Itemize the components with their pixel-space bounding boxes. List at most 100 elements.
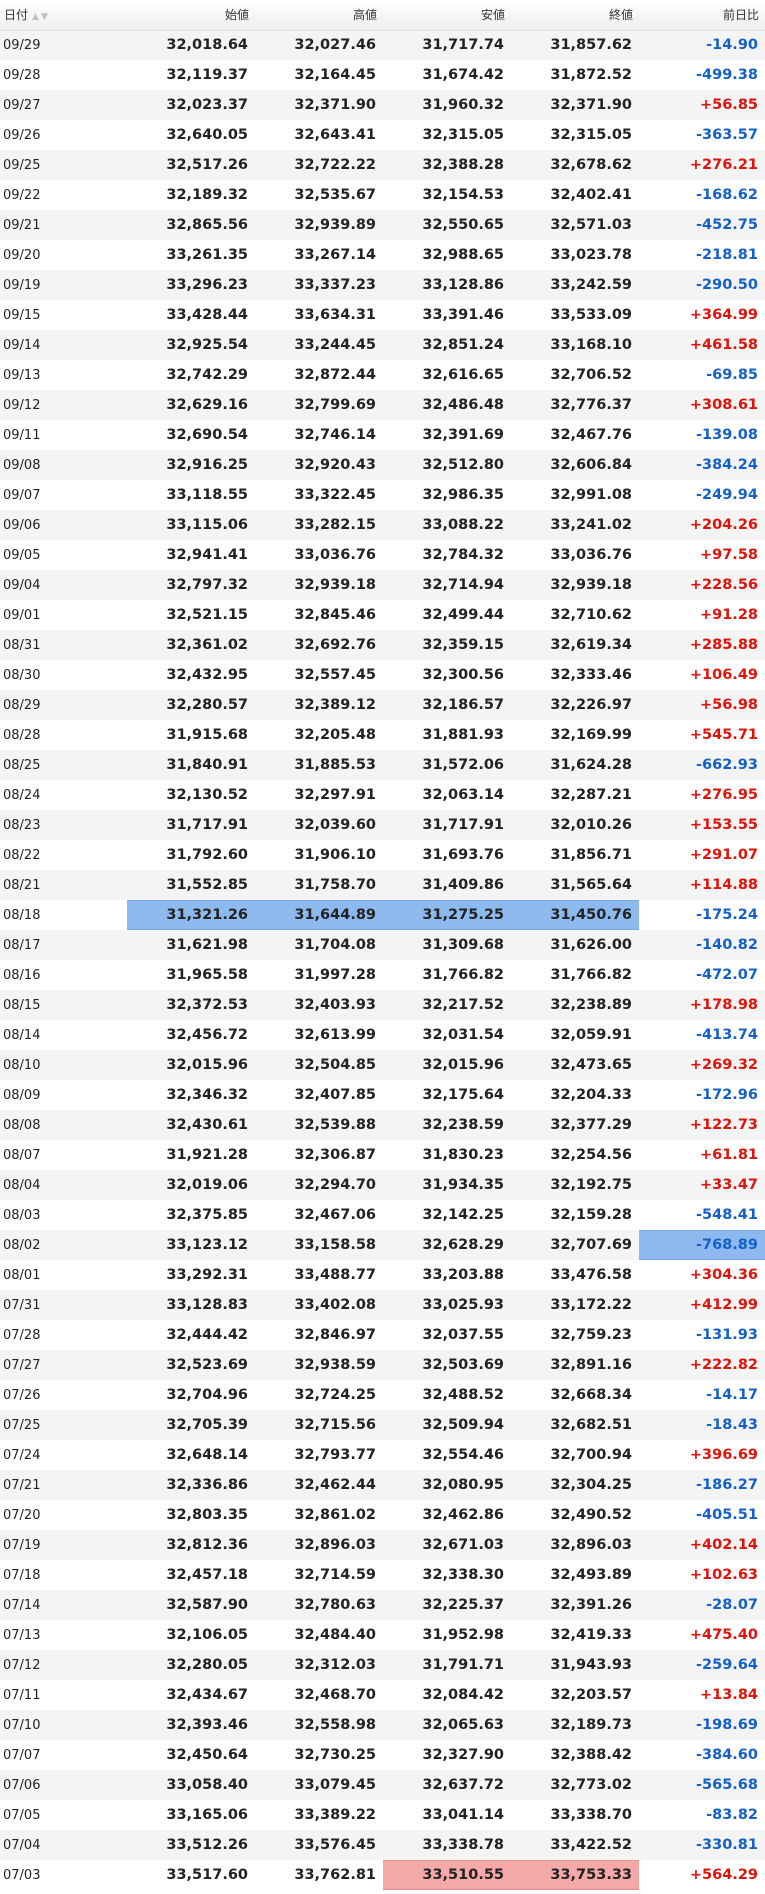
cell-low: 31,309.68 [422, 937, 504, 953]
cell-high: 31,644.89 [255, 900, 383, 930]
cell-change: -548.41 [696, 1207, 758, 1223]
sort-arrows[interactable]: ▲▼ [32, 12, 50, 22]
cell-close: 32,169.99 [550, 727, 632, 743]
cell-date: 09/19 [3, 277, 41, 293]
cell-low: 31,693.76 [422, 847, 504, 863]
cell-high: 32,872.44 [294, 367, 376, 383]
cell-close: 32,287.21 [550, 787, 632, 803]
header-date[interactable]: 日付 ▲▼ [0, 0, 127, 31]
cell-change: +412.99 [689, 1297, 758, 1313]
cell-change: -28.07 [706, 1597, 758, 1613]
cell-date: 08/10 [3, 1057, 41, 1073]
cell-change: -259.64 [696, 1657, 758, 1673]
header-low[interactable]: 安値 [383, 0, 511, 31]
table-row: 09/27 32,023.37 32,371.90 31,960.32 32,371.9… [0, 90, 765, 120]
cell-high: 33,079.45 [294, 1777, 376, 1793]
cell-high: 33,488.77 [294, 1267, 376, 1283]
table-row: 09/25 32,517.26 32,722.22 32,388.28 32,678.6… [0, 150, 765, 180]
cell-change: -139.08 [696, 427, 758, 443]
cell-low: 32,080.95 [422, 1477, 504, 1493]
table-body: 09/29 32,018.64 32,027.46 31,717.74 31,857.6… [0, 30, 765, 1890]
cell-change: -330.81 [696, 1837, 758, 1853]
cell-date: 09/06 [3, 517, 41, 533]
cell-low: 32,388.28 [422, 157, 504, 173]
cell-open: 32,523.69 [166, 1357, 248, 1373]
header-change[interactable]: 前日比 [639, 0, 765, 31]
cell-close: 32,571.03 [550, 217, 632, 233]
cell-close: 32,668.34 [550, 1387, 632, 1403]
sort-descending-icon[interactable]: ▼ [41, 12, 50, 22]
cell-open: 32,521.15 [166, 607, 248, 623]
cell-low: 33,510.55 [383, 1860, 511, 1890]
cell-change: -472.07 [696, 967, 758, 983]
cell-close: 32,678.62 [550, 157, 632, 173]
cell-open: 32,119.37 [166, 67, 248, 83]
cell-date: 07/06 [3, 1777, 41, 1793]
cell-change: +97.58 [699, 547, 758, 563]
cell-close: 31,857.62 [550, 37, 632, 54]
cell-date: 09/26 [3, 127, 41, 143]
cell-high: 32,896.03 [294, 1537, 376, 1553]
cell-change: +475.40 [689, 1627, 758, 1643]
cell-open: 33,512.26 [166, 1837, 248, 1853]
cell-low: 32,037.55 [422, 1327, 504, 1343]
cell-high: 32,938.59 [294, 1357, 376, 1373]
header-high[interactable]: 高値 [255, 0, 383, 31]
cell-close: 32,204.33 [550, 1087, 632, 1103]
cell-close: 32,402.41 [550, 187, 632, 203]
cell-date: 09/27 [3, 97, 41, 113]
header-row: 日付 ▲▼ 始値 高値 安値 終値 前日比 [0, 0, 765, 31]
cell-open: 32,336.86 [166, 1477, 248, 1493]
cell-date: 09/13 [3, 367, 41, 383]
cell-open: 32,941.41 [166, 547, 248, 563]
cell-change: +91.28 [699, 607, 758, 623]
cell-close: 32,189.73 [550, 1717, 632, 1733]
header-open[interactable]: 始値 [127, 0, 255, 31]
cell-open: 32,705.39 [166, 1417, 248, 1433]
cell-high: 32,724.25 [294, 1387, 376, 1403]
cell-low: 32,315.05 [422, 127, 504, 143]
table-row: 08/07 31,921.28 32,306.87 31,830.23 32,254.5… [0, 1140, 765, 1170]
cell-close: 32,391.26 [550, 1597, 632, 1613]
cell-low: 32,486.48 [422, 397, 504, 413]
cell-open: 33,115.06 [166, 517, 248, 533]
cell-low: 31,881.93 [422, 727, 504, 743]
cell-change: +114.88 [689, 877, 758, 893]
cell-high: 32,939.18 [294, 577, 376, 593]
table-row: 09/15 33,428.44 33,634.31 33,391.46 33,533.0… [0, 300, 765, 330]
cell-high: 32,558.98 [294, 1717, 376, 1733]
cell-open: 33,292.31 [166, 1267, 248, 1283]
table-row: 08/04 32,019.06 32,294.70 31,934.35 32,192.7… [0, 1170, 765, 1200]
cell-date: 07/12 [3, 1657, 41, 1673]
cell-close: 33,338.70 [550, 1807, 632, 1823]
stock-price-table: 日付 ▲▼ 始値 高値 安値 終値 前日比 09/29 32,018.64 32,02… [0, 0, 765, 1890]
cell-change: -18.43 [706, 1417, 758, 1433]
cell-high: 32,920.43 [294, 457, 376, 473]
cell-change: +102.63 [689, 1567, 758, 1583]
cell-date: 09/05 [3, 547, 41, 563]
table-row: 07/14 32,587.90 32,780.63 32,225.37 32,391.2… [0, 1590, 765, 1620]
cell-date: 07/24 [3, 1447, 41, 1463]
cell-low: 33,025.93 [422, 1297, 504, 1313]
cell-close: 32,682.51 [550, 1417, 632, 1433]
cell-change: +61.81 [699, 1147, 758, 1163]
table-row: 07/27 32,523.69 32,938.59 32,503.69 32,891.1… [0, 1350, 765, 1380]
table-row: 09/13 32,742.29 32,872.44 32,616.65 32,706.5… [0, 360, 765, 390]
cell-change: -662.93 [696, 757, 758, 773]
cell-open: 32,457.18 [166, 1567, 248, 1583]
cell-open: 33,296.23 [166, 277, 248, 293]
cell-low: 32,986.35 [422, 487, 504, 503]
cell-high: 32,504.85 [294, 1057, 376, 1073]
cell-date: 07/27 [3, 1357, 41, 1373]
cell-open: 32,361.02 [166, 637, 248, 653]
cell-low: 31,409.86 [422, 877, 504, 893]
table-row: 07/20 32,803.35 32,861.02 32,462.86 32,490.5… [0, 1500, 765, 1530]
cell-close: 32,773.02 [550, 1777, 632, 1793]
cell-high: 32,846.97 [294, 1327, 376, 1343]
sort-ascending-icon[interactable]: ▲ [32, 12, 41, 22]
table-row: 08/16 31,965.58 31,997.28 31,766.82 31,766.8… [0, 960, 765, 990]
cell-low: 33,128.86 [422, 277, 504, 293]
header-close[interactable]: 終値 [511, 0, 639, 31]
table-row: 08/24 32,130.52 32,297.91 32,063.14 32,287.2… [0, 780, 765, 810]
cell-low: 32,637.72 [422, 1777, 504, 1793]
